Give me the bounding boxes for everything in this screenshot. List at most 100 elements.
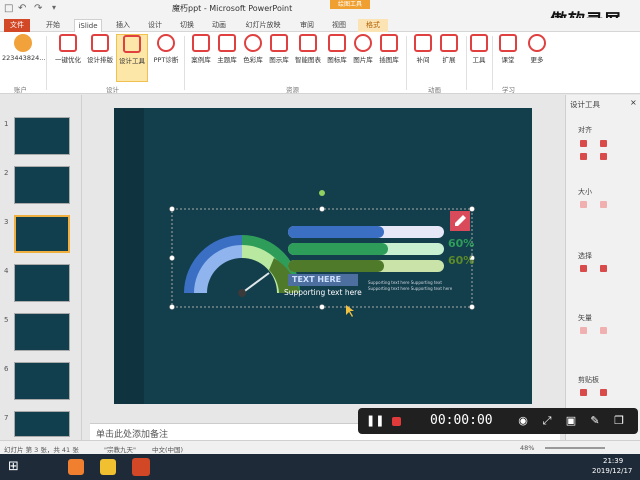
tab-format[interactable]: 格式 [358, 19, 388, 32]
icon-library-button[interactable]: 图标库 [324, 34, 350, 64]
status-bar: 幻灯片 第 3 张，共 41 张 "宗教九天" 中文(中国) 48% [0, 440, 640, 454]
gauge-chart[interactable] [184, 235, 300, 297]
align-middle-icon[interactable] [600, 153, 607, 160]
tab-islide[interactable]: iSlide [74, 19, 102, 32]
slide-thumbnail[interactable] [14, 313, 70, 351]
more-button[interactable]: 更多 [526, 34, 548, 64]
classroom-label: 课堂 [501, 56, 515, 64]
shrink-icon[interactable]: ⤢ [540, 414, 554, 428]
layout-icon [91, 34, 109, 52]
section-select: 选择 [578, 252, 592, 260]
slide-thumbnail[interactable] [14, 411, 70, 437]
copy-icon[interactable] [580, 389, 587, 396]
group-separator [466, 36, 467, 90]
smart-chart-button[interactable]: 智能图表 [292, 34, 324, 64]
slide-thumbnail[interactable] [14, 362, 70, 400]
slide-thumbnail[interactable] [14, 166, 70, 204]
zoom-slider[interactable] [545, 447, 605, 449]
section-align: 对齐 [578, 126, 592, 134]
thumbnail-number: 6 [4, 365, 9, 373]
panel-title: 设计工具 [570, 100, 600, 109]
tab-slideshow[interactable]: 幻灯片放映 [238, 19, 288, 32]
slide-thumbnail[interactable] [14, 264, 70, 302]
slide-editor: 60% 60% TEXT HERE Supporting text here S… [84, 95, 564, 441]
select-similar-icon[interactable] [580, 265, 587, 272]
tab-home[interactable]: 开始 [40, 19, 66, 32]
customize-quick-access-icon[interactable]: ▾ [52, 3, 56, 12]
window-title: 魔朽ppt - Microsoft PowerPoint [172, 4, 293, 13]
design-layout-button[interactable]: 设计排版 [84, 34, 116, 64]
recording-timer: 00:00:00 [430, 413, 493, 428]
theme-library-button[interactable]: 主题库 [214, 34, 240, 64]
illustration-library-label: 插图库 [379, 56, 399, 64]
same-width-icon[interactable] [580, 201, 587, 208]
theme-name: "宗教九天" [104, 446, 136, 454]
stop-icon[interactable] [392, 417, 401, 426]
slide-counter: 幻灯片 第 3 张，共 41 张 [4, 446, 79, 454]
redo-icon[interactable]: ↷ [34, 3, 42, 14]
save-icon[interactable]: □ [4, 3, 13, 14]
design-tools-button[interactable]: 设计工具 [116, 34, 148, 82]
camera-icon[interactable]: ▣ [564, 414, 578, 428]
theme-library-label: 主题库 [217, 56, 237, 64]
image-library-icon [354, 34, 372, 52]
group-separator [184, 36, 185, 90]
tools-label: 工具 [472, 56, 486, 64]
minimize-window-icon[interactable]: ❐ [612, 414, 626, 428]
account-button[interactable]: 223443824... [2, 34, 45, 62]
pause-icon[interactable]: ❚❚ [366, 414, 384, 428]
drawing-tools-context-label: 绘图工具 [330, 0, 370, 9]
tab-file[interactable]: 文件 [4, 19, 30, 32]
design-tools-icon [123, 35, 141, 53]
extend-button[interactable]: 扩展 [436, 34, 462, 64]
union-icon[interactable] [580, 327, 587, 334]
tab-insert[interactable]: 插入 [110, 19, 136, 32]
progress-bars[interactable] [288, 226, 444, 272]
paste-icon[interactable] [600, 389, 607, 396]
tween-button[interactable]: 补间 [410, 34, 436, 64]
align-top-icon[interactable] [580, 153, 587, 160]
tab-animations[interactable]: 动画 [206, 19, 232, 32]
color-library-button[interactable]: 色彩库 [240, 34, 266, 64]
windows-start-icon[interactable]: ⊞ [8, 459, 19, 474]
diagnose-label: PPT诊断 [153, 56, 179, 64]
folder-icon[interactable] [100, 459, 116, 475]
supporting-text[interactable]: Supporting text here [284, 288, 362, 297]
ppt-diagnose-button[interactable]: PPT诊断 [150, 34, 182, 64]
classroom-button[interactable]: 课堂 [496, 34, 520, 64]
tab-transitions[interactable]: 切换 [174, 19, 200, 32]
text-here-title[interactable]: TEXT HERE [292, 275, 341, 284]
image-library-button[interactable]: 图片库 [350, 34, 376, 64]
star-icon [440, 34, 458, 52]
illustration-library-button[interactable]: 插图库 [376, 34, 402, 64]
close-icon[interactable]: × [630, 98, 637, 107]
same-height-icon[interactable] [600, 201, 607, 208]
one-click-optimize-button[interactable]: 一键优化 [52, 34, 84, 64]
tab-design[interactable]: 设计 [142, 19, 168, 32]
slide-canvas[interactable]: 60% 60% TEXT HERE Supporting text here S… [114, 108, 532, 404]
slide-thumbnail-current[interactable] [14, 215, 70, 253]
undo-icon[interactable]: ↶ [18, 3, 26, 14]
tools-button[interactable]: 工具 [468, 34, 490, 64]
zoom-level[interactable]: 48% [520, 444, 534, 452]
select-invert-icon[interactable] [600, 265, 607, 272]
pen-icon[interactable]: ✎ [588, 414, 602, 428]
powerpoint-icon[interactable] [132, 458, 150, 476]
focus-icon[interactable]: ◉ [516, 414, 530, 428]
smart-chart-label: 智能图表 [295, 56, 321, 64]
group-label-animation: 动画 [428, 86, 441, 94]
diagram-library-button[interactable]: 图示库 [266, 34, 292, 64]
app-icon[interactable] [68, 459, 84, 475]
ribbon: 223443824... 账户 一键优化 设计排版 设计工具 PPT诊断 设计 … [0, 32, 640, 94]
case-library-button[interactable]: 案例库 [188, 34, 214, 64]
slide-thumbnail[interactable] [14, 117, 70, 155]
tab-review[interactable]: 审阅 [294, 19, 320, 32]
tween-icon [414, 34, 432, 52]
intersect-icon[interactable] [600, 327, 607, 334]
tab-view[interactable]: 视图 [326, 19, 352, 32]
align-left-icon[interactable] [580, 140, 587, 147]
align-center-icon[interactable] [600, 140, 607, 147]
rotate-handle[interactable] [319, 190, 325, 196]
diagram-library-icon [270, 34, 288, 52]
ribbon-tabs: 文件 开始 iSlide 插入 设计 切换 动画 幻灯片放映 审阅 视图 格式 [0, 18, 640, 32]
